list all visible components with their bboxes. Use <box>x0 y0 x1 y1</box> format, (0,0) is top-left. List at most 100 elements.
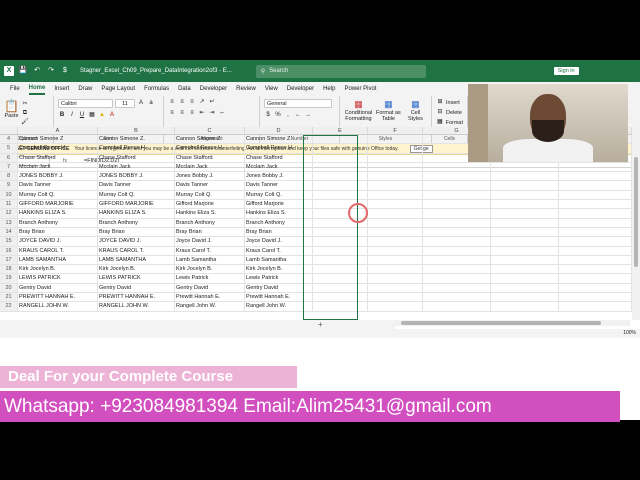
cell-h[interactable] <box>491 227 559 237</box>
align-left-icon[interactable]: ≡ <box>168 110 176 117</box>
cell-e[interactable] <box>313 283 368 293</box>
cell-e[interactable] <box>313 162 368 172</box>
cell-d[interactable]: Murray Colt Q. <box>245 190 313 200</box>
tab-insert[interactable]: Insert <box>54 84 69 94</box>
cell-f[interactable] <box>368 209 423 218</box>
cell-a[interactable]: LEWIS PATRICK <box>18 274 98 283</box>
cell-g[interactable] <box>423 283 491 293</box>
column-header-e[interactable]: E <box>313 127 368 134</box>
cell-b[interactable]: GIFFORD MARJORIE <box>98 200 175 209</box>
cell-g[interactable] <box>423 172 491 181</box>
horizontal-scrollbar[interactable] <box>395 320 630 326</box>
add-sheet-icon[interactable]: + <box>318 320 323 329</box>
cell-c[interactable]: Prewitt Hannah E. <box>175 293 245 302</box>
cell-h[interactable] <box>491 237 559 246</box>
cell-f[interactable] <box>368 135 423 144</box>
paste-button[interactable]: 📋 Paste <box>4 99 19 119</box>
orientation-icon[interactable]: ↗ <box>198 99 206 106</box>
cell-f[interactable] <box>368 302 423 311</box>
cell-d[interactable]: Rangell John W. <box>245 302 313 311</box>
cell-b[interactable]: Campbell Reece H. <box>98 144 175 153</box>
column-header-f[interactable]: F <box>368 127 423 134</box>
cell-i[interactable] <box>559 227 632 237</box>
cell-d[interactable]: Bray Brian <box>245 227 313 237</box>
cell-c[interactable]: Hankins Eliza S. <box>175 209 245 218</box>
cell-b[interactable]: KRAUS CAROL T. <box>98 246 175 255</box>
column-header-d[interactable]: D <box>245 127 313 134</box>
cell-a[interactable]: JONES BOBBY J. <box>18 172 98 181</box>
align-bottom-icon[interactable]: ≡ <box>188 99 196 106</box>
cell-i[interactable] <box>559 209 632 218</box>
cell-e[interactable] <box>313 153 368 162</box>
cell-d[interactable]: Joyce David J. <box>245 237 313 246</box>
underline-icon[interactable]: U <box>78 112 86 119</box>
cell-a[interactable]: Cannon Simone Z <box>18 135 98 144</box>
cell-h[interactable] <box>491 302 559 311</box>
align-center-icon[interactable]: ≡ <box>178 110 186 117</box>
row-header[interactable]: 11 <box>0 200 18 209</box>
cell-d[interactable]: Cannon Simone Z. <box>245 135 313 144</box>
cell-f[interactable] <box>368 162 423 172</box>
row-header[interactable]: 5 <box>0 144 18 153</box>
cell-c[interactable]: Cannon Simone Z <box>175 135 245 144</box>
cell-c[interactable]: Lewis Patrick <box>175 274 245 283</box>
cell-e[interactable] <box>313 255 368 265</box>
cell-a[interactable]: LAMB SAMANTHA <box>18 255 98 265</box>
cell-g[interactable] <box>423 265 491 274</box>
cell-a[interactable]: PREWITT HANNAH E. <box>18 293 98 302</box>
row-header[interactable]: 12 <box>0 209 18 218</box>
row-header[interactable]: 9 <box>0 181 18 190</box>
cell-i[interactable] <box>559 237 632 246</box>
cell-f[interactable] <box>368 293 423 302</box>
decrease-decimal-icon[interactable]: → <box>304 112 312 119</box>
cell-a[interactable]: RANGELL JOHN W. <box>18 302 98 311</box>
cell-f[interactable] <box>368 218 423 227</box>
column-header-b[interactable]: B <box>98 127 175 134</box>
cell-b[interactable]: LAMB SAMANTHA <box>98 255 175 265</box>
align-middle-icon[interactable]: ≡ <box>178 99 186 106</box>
number-format-select[interactable]: General <box>264 99 332 108</box>
cell-h[interactable] <box>491 181 559 190</box>
sign-in-button[interactable]: Sign in <box>553 67 579 75</box>
cell-h[interactable] <box>491 274 559 283</box>
cell-b[interactable]: RANGELL JOHN W. <box>98 302 175 311</box>
cell-b[interactable]: HANKINS ELIZA S. <box>98 209 175 218</box>
tab-help[interactable]: Help <box>323 84 335 94</box>
column-header-c[interactable]: C <box>175 127 245 134</box>
tab-page-layout[interactable]: Page Layout <box>101 84 135 94</box>
italic-icon[interactable]: I <box>68 112 76 119</box>
cell-c[interactable]: Kraus Carol T. <box>175 246 245 255</box>
cell-f[interactable] <box>368 265 423 274</box>
cell-f[interactable] <box>368 246 423 255</box>
cell-a[interactable]: Branch Anthony <box>18 218 98 227</box>
row-header[interactable]: 4 <box>0 135 18 144</box>
cell-f[interactable] <box>368 283 423 293</box>
zoom-level[interactable]: 100% <box>623 330 636 336</box>
cell-e[interactable] <box>313 172 368 181</box>
cell-a[interactable]: Davis Tanner <box>18 181 98 190</box>
cell-a[interactable]: HANKINS ELIZA S. <box>18 209 98 218</box>
cell-f[interactable] <box>368 274 423 283</box>
vertical-scrollbar[interactable] <box>632 127 640 320</box>
cell-i[interactable] <box>559 274 632 283</box>
cell-f[interactable] <box>368 153 423 162</box>
horizontal-scroll-thumb[interactable] <box>401 321 601 325</box>
increase-decimal-icon[interactable]: ← <box>294 112 302 119</box>
cell-a[interactable]: KRAUS CAROL T. <box>18 246 98 255</box>
cell-d[interactable]: Lewis Patrick <box>245 274 313 283</box>
cell-h[interactable] <box>491 218 559 227</box>
tab-formulas[interactable]: Formulas <box>144 84 169 94</box>
cell-b[interactable]: Chase Stafford <box>98 153 175 162</box>
cell-g[interactable] <box>423 293 491 302</box>
cell-a[interactable]: Kirk Jocelyn B. <box>18 265 98 274</box>
tab-draw[interactable]: Draw <box>78 84 92 94</box>
cell-d[interactable]: Prewitt Hannah E. <box>245 293 313 302</box>
cell-d[interactable]: Lamb Samantha <box>245 255 313 265</box>
row-header[interactable]: 17 <box>0 255 18 265</box>
cell-c[interactable]: Mcclain Jack <box>175 162 245 172</box>
cell-c[interactable]: Bray Brian <box>175 227 245 237</box>
row-header[interactable]: 21 <box>0 293 18 302</box>
cell-a[interactable]: GIFFORD MARJORIE <box>18 200 98 209</box>
cell-h[interactable] <box>491 283 559 293</box>
cell-g[interactable] <box>423 302 491 311</box>
